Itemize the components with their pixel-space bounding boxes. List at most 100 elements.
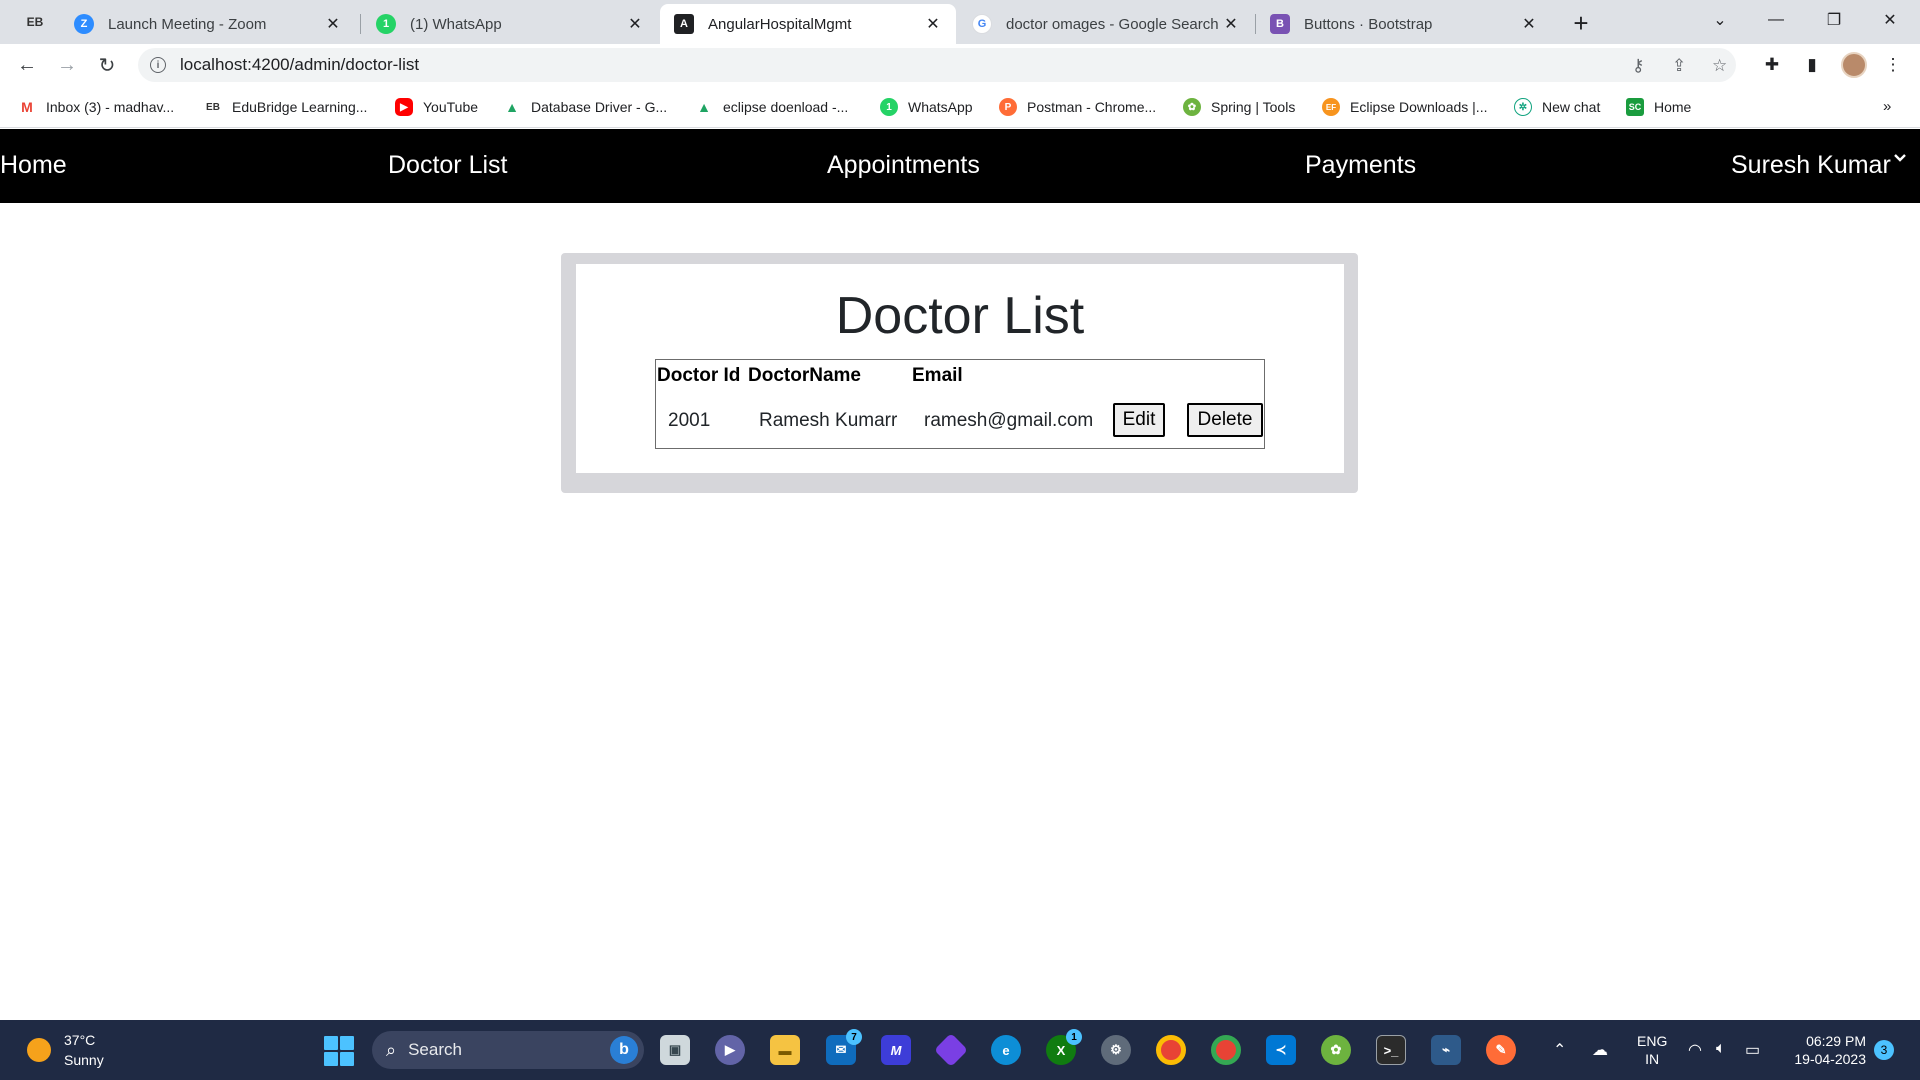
edit-button[interactable]: Edit <box>1113 403 1165 437</box>
address-bar[interactable]: i localhost:4200/admin/doctor-list <box>138 48 1736 82</box>
close-icon[interactable]: ✕ <box>924 14 942 34</box>
teams-chat-icon[interactable]: ▶ <box>715 1035 745 1065</box>
close-icon[interactable]: ✕ <box>1520 14 1538 34</box>
close-icon[interactable]: ✕ <box>626 14 644 34</box>
close-icon[interactable]: ✕ <box>324 14 342 34</box>
chevron-up-icon[interactable]: ⌃ <box>1553 1040 1566 1060</box>
bing-icon[interactable]: b <box>610 1036 638 1064</box>
bookmark-postman[interactable]: P Postman - Chrome... <box>999 96 1156 118</box>
edge-icon[interactable]: e <box>991 1035 1021 1065</box>
clock[interactable]: 06:29 PM 19-04-2023 <box>1784 1032 1866 1068</box>
google-icon: G <box>972 14 992 34</box>
back-icon[interactable]: ← <box>12 50 42 80</box>
reload-icon[interactable]: ↻ <box>92 50 122 80</box>
settings-gear-icon[interactable]: ⚙ <box>1101 1035 1131 1065</box>
bookmark-eclipse-downloads[interactable]: EF Eclipse Downloads |... <box>1322 96 1487 118</box>
tab-title: Launch Meeting - Zoom <box>108 15 267 33</box>
battery-icon[interactable]: ▭ <box>1745 1040 1760 1060</box>
more-bookmarks-icon[interactable]: » <box>1883 98 1891 115</box>
mysql-workbench-icon[interactable]: ⌁ <box>1431 1035 1461 1065</box>
gmail-icon: M <box>18 98 36 116</box>
new-tab-button[interactable]: + <box>1566 8 1596 38</box>
eclipse-icon: EF <box>1322 98 1340 116</box>
task-view-icon[interactable]: ▣ <box>660 1035 690 1065</box>
tab-angular-hospital[interactable]: A AngularHospitalMgmt ✕ <box>660 4 956 44</box>
taskbar-search[interactable]: ⌕ Search b <box>372 1031 644 1069</box>
file-explorer-icon[interactable]: ▬ <box>770 1035 800 1065</box>
mail-icon[interactable]: ✉ 7 <box>826 1029 862 1065</box>
edubridge-icon: EB <box>204 98 222 116</box>
bookmark-edubridge[interactable]: EB EduBridge Learning... <box>204 96 367 118</box>
postman-icon[interactable]: ✎ <box>1486 1035 1516 1065</box>
share-icon[interactable]: ⇪ <box>1672 56 1686 76</box>
bookmark-database-driver[interactable]: ▲ Database Driver - G... <box>503 96 667 118</box>
google-drive-icon: ▲ <box>503 98 521 116</box>
clipchamp-icon[interactable] <box>934 1033 968 1067</box>
windows-start-icon[interactable] <box>324 1036 354 1066</box>
app-navbar: Home Doctor List Appointments Payments S… <box>0 129 1920 203</box>
weather-temperature[interactable]: 37°C <box>64 1032 95 1048</box>
delete-button[interactable]: Delete <box>1187 403 1263 437</box>
bookmark-label: EduBridge Learning... <box>232 99 368 115</box>
bookmark-inbox[interactable]: M Inbox (3) - madhav... <box>18 96 174 118</box>
password-key-icon[interactable]: ⚷ <box>1632 56 1644 76</box>
avatar[interactable] <box>1841 52 1867 78</box>
search-icon: ⌕ <box>386 1039 397 1060</box>
cell-doctor-id: 2001 <box>668 410 711 431</box>
tab-whatsapp[interactable]: 1 (1) WhatsApp ✕ <box>362 4 658 44</box>
bookmark-label: Home <box>1654 99 1692 115</box>
close-window-button[interactable]: ✕ <box>1862 0 1918 40</box>
bookmark-whatsapp[interactable]: 1 WhatsApp <box>880 96 973 118</box>
home-sc-icon: SC <box>1626 98 1644 116</box>
math-app-icon[interactable]: M <box>881 1035 911 1065</box>
chrome-icon[interactable] <box>1156 1035 1186 1065</box>
tab-search-icon[interactable]: ⌄ <box>1692 0 1748 40</box>
onedrive-icon[interactable]: ☁ <box>1592 1040 1608 1060</box>
chevron-down-icon[interactable] <box>1893 151 1907 165</box>
nav-home[interactable]: Home <box>0 151 67 180</box>
spring-icon: ✿ <box>1183 98 1201 116</box>
tab-google-search[interactable]: G doctor omages - Google Search ✕ <box>958 4 1254 44</box>
minimize-button[interactable]: — <box>1748 0 1804 40</box>
xbox-icon[interactable]: X 1 <box>1046 1029 1082 1065</box>
tab-title: (1) WhatsApp <box>410 15 502 33</box>
tab-zoom[interactable]: Z Launch Meeting - Zoom ✕ <box>60 4 356 44</box>
menu-icon[interactable]: ⋮ <box>1881 53 1905 77</box>
notification-count-badge[interactable]: 3 <box>1874 1040 1894 1060</box>
sun-icon[interactable] <box>27 1038 51 1062</box>
mail-badge: 7 <box>846 1029 862 1045</box>
whatsapp-icon: 1 <box>880 98 898 116</box>
tab-separator <box>360 14 361 34</box>
bookmark-spring[interactable]: ✿ Spring | Tools <box>1183 96 1295 118</box>
bookmark-label: Eclipse Downloads |... <box>1350 99 1488 115</box>
bootstrap-icon: B <box>1270 14 1290 34</box>
nav-doctor-list[interactable]: Doctor List <box>388 151 507 180</box>
vscode-icon[interactable]: ≺ <box>1266 1035 1296 1065</box>
nav-user-dropdown[interactable]: Suresh Kumar <box>1731 151 1891 180</box>
terminal-icon[interactable]: >_ <box>1376 1035 1406 1065</box>
site-info-icon[interactable]: i <box>150 57 166 73</box>
url-text[interactable]: localhost:4200/admin/doctor-list <box>180 55 419 75</box>
side-panel-icon[interactable]: ▮ <box>1800 53 1824 77</box>
volume-icon[interactable]: 🔈︎ <box>1716 1040 1726 1058</box>
bookmark-star-icon[interactable]: ☆ <box>1712 56 1727 76</box>
bookmark-home[interactable]: SC Home <box>1626 96 1691 118</box>
bookmark-label: YouTube <box>423 99 479 115</box>
extensions-icon[interactable]: ✚ <box>1760 53 1784 77</box>
restore-button[interactable]: ❐ <box>1806 0 1862 40</box>
wifi-icon[interactable]: ◠ <box>1688 1040 1702 1060</box>
bookmark-eclipse-download[interactable]: ▲ eclipse doenload -... <box>695 96 848 118</box>
nav-payments[interactable]: Payments <box>1305 151 1416 180</box>
bookmark-new-chat[interactable]: ✲ New chat <box>1514 96 1600 118</box>
weather-description[interactable]: Sunny <box>64 1052 104 1068</box>
page-title: Doctor List <box>835 287 1085 345</box>
chrome-profile-icon[interactable] <box>1211 1035 1241 1065</box>
bookmark-youtube[interactable]: ▶ YouTube <box>395 96 478 118</box>
language-indicator[interactable]: ENG IN <box>1637 1032 1667 1068</box>
tab-bootstrap[interactable]: B Buttons · Bootstrap ✕ <box>1256 4 1552 44</box>
profile-badge[interactable]: EB <box>22 10 48 34</box>
nav-appointments[interactable]: Appointments <box>827 151 980 180</box>
close-icon[interactable]: ✕ <box>1222 14 1240 34</box>
spring-tool-suite-icon[interactable]: ✿ <box>1321 1035 1351 1065</box>
forward-icon[interactable]: → <box>52 50 82 80</box>
